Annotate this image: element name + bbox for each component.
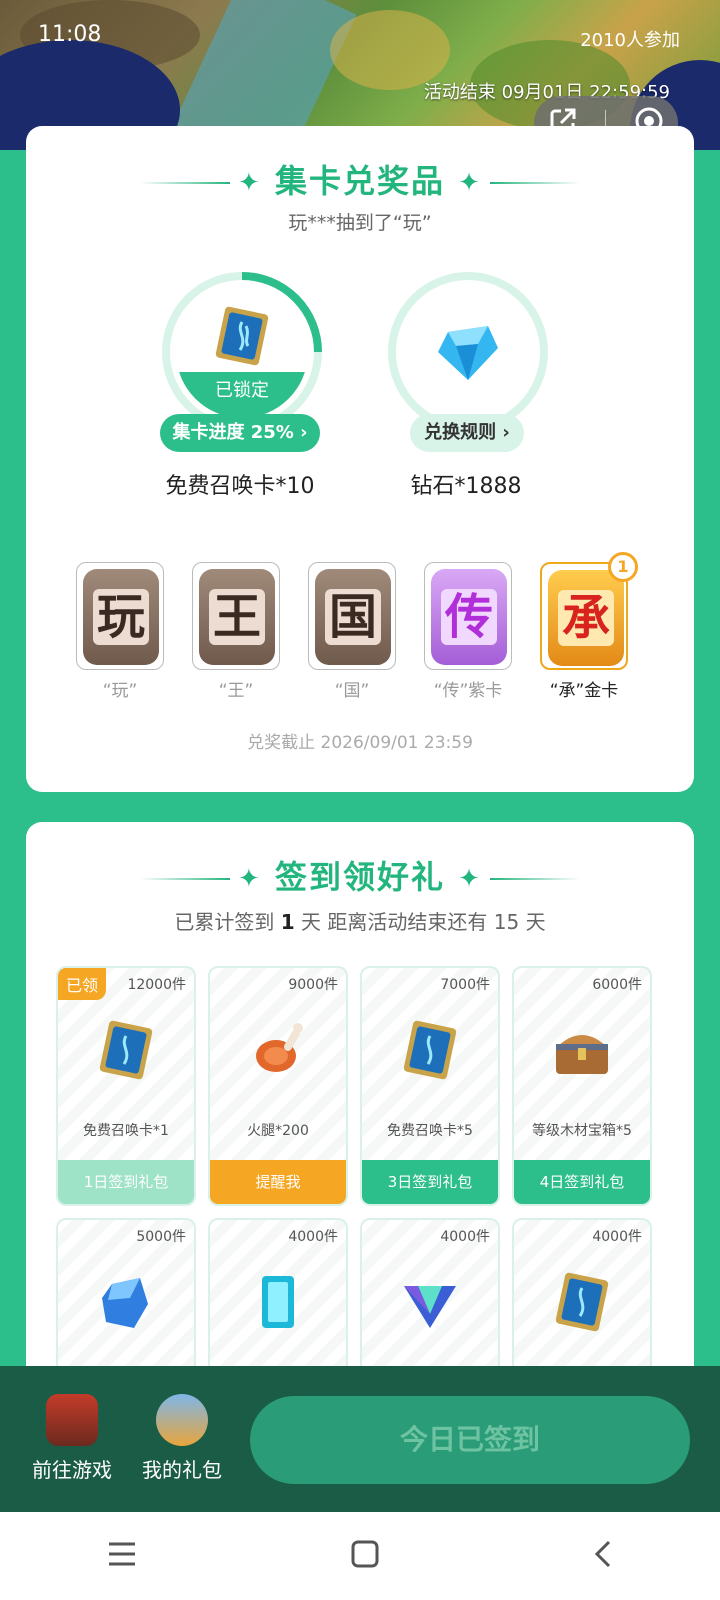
item-name: 等级木材宝箱*5 <box>532 1123 632 1139</box>
word-card-chuan[interactable]: 传 <box>424 562 512 670</box>
ham-icon <box>256 1023 303 1072</box>
summon-card-icon <box>403 1020 457 1080</box>
ice-block-icon <box>262 1276 294 1328</box>
summon-card-icon <box>215 306 269 366</box>
item-name: 免费召唤卡*1 <box>83 1123 169 1139</box>
word-card-cheng[interactable]: 承 1 <box>540 552 638 670</box>
signin-title: 签到领好礼 <box>274 858 445 896</box>
chevron-right-icon: › <box>502 422 510 443</box>
game-app-icon <box>46 1394 98 1446</box>
diamond-icon <box>438 326 498 380</box>
participants-count: 2010人参加 <box>580 30 680 51</box>
checked-in-today-button[interactable]: 今日已签到 <box>250 1396 690 1484</box>
day1-gift-button[interactable]: 1日签到礼包 <box>58 1160 194 1204</box>
item-quantity: 12000件 <box>127 977 186 993</box>
collect-progress-label: 集卡进度 25% <box>172 422 294 443</box>
signin-subtitle-suffix: 天 距离活动结束还有 15 天 <box>301 910 546 934</box>
item-name: 免费召唤卡*5 <box>387 1123 473 1139</box>
sparkle-icon: ✦ <box>458 864 482 894</box>
chevron-right-icon: › <box>300 422 308 443</box>
item-quantity: 7000件 <box>440 977 490 993</box>
signin-section: ✦ 签到领好礼 ✦ 已累计签到 1 天 距离活动结束还有 15 天 已领 120… <box>26 822 694 1458</box>
collect-card-section: ✦ 集卡兑奖品 ✦ 玩***抽到了“玩” 已锁定 集卡进度 25% › 免费召唤… <box>26 126 694 792</box>
prize-name-summon: 免费召唤卡*10 <box>165 474 315 499</box>
word-card-guo[interactable]: 国 <box>308 562 396 670</box>
word-card-label: “王” <box>218 681 254 701</box>
exchange-rules-label: 兑换规则 <box>424 422 497 443</box>
remind-me-button[interactable]: 提醒我 <box>210 1160 346 1204</box>
card-count-badge: 1 <box>608 552 638 582</box>
signin-subtitle: 已累计签到 1 天 距离活动结束还有 15 天 <box>26 906 694 935</box>
word-card-char: 承 <box>557 590 614 646</box>
gem-shield-icon <box>404 1286 456 1328</box>
prize-summon-card[interactable]: 已锁定 <box>162 272 322 432</box>
word-card-label: “承”金卡 <box>549 681 619 701</box>
signin-title-row: ✦ 签到领好礼 ✦ <box>26 852 694 898</box>
summon-card-icon <box>555 1272 609 1332</box>
sparkle-icon: ✦ <box>238 168 262 198</box>
goto-game-button[interactable]: 前往游戏 <box>22 1394 122 1483</box>
word-card-char: 王 <box>208 589 265 645</box>
item-quantity: 9000件 <box>288 977 338 993</box>
bottom-action-bar: 前往游戏 我的礼包 今日已签到 <box>0 1366 720 1512</box>
gift-avatar-icon <box>156 1394 208 1446</box>
claimed-tag: 已领 <box>58 968 107 1000</box>
prize-name-diamond: 钻石*1888 <box>410 474 522 499</box>
sparkle-icon: ✦ <box>458 168 482 198</box>
word-card-char: 玩 <box>92 589 149 645</box>
day3-gift-button[interactable]: 3日签到礼包 <box>362 1160 498 1204</box>
word-card-label: “传”紫卡 <box>433 681 503 701</box>
summon-card-icon <box>99 1020 153 1080</box>
word-card-wang[interactable]: 王 <box>192 562 280 670</box>
exchange-deadline: 兑奖截止 2026/09/01 23:59 <box>247 733 473 753</box>
signin-item-day4[interactable]: 6000件 等级木材宝箱*5 4日签到礼包 <box>512 966 652 1206</box>
collect-title: 集卡兑奖品 <box>274 162 445 200</box>
item-quantity: 4000件 <box>440 1229 490 1245</box>
item-name: 火腿*200 <box>247 1123 309 1139</box>
day4-gift-button[interactable]: 4日签到礼包 <box>514 1160 650 1204</box>
goto-game-label: 前往游戏 <box>32 1458 112 1482</box>
treasure-chest-icon <box>556 1035 608 1074</box>
item-quantity: 4000件 <box>288 1229 338 1245</box>
collect-subtitle: 玩***抽到了“玩” <box>288 212 432 234</box>
exchange-rules-button[interactable]: 兑换规则 › <box>410 414 524 452</box>
signin-subtitle-prefix: 已累计签到 <box>174 910 275 934</box>
status-time: 11:08 <box>38 22 102 47</box>
sparkle-icon: ✦ <box>238 864 262 894</box>
prize-diamond[interactable] <box>388 272 548 432</box>
item-quantity: 6000件 <box>592 977 642 993</box>
signin-item-day3[interactable]: 7000件 免费召唤卡*5 3日签到礼包 <box>360 966 500 1206</box>
locked-label: 已锁定 <box>176 372 308 418</box>
item-quantity: 5000件 <box>136 1229 186 1245</box>
word-card-char: 传 <box>440 589 497 645</box>
menu-icon[interactable] <box>105 1539 139 1573</box>
item-quantity: 4000件 <box>592 1229 642 1245</box>
blue-crystal-icon <box>102 1278 148 1328</box>
collect-title-row: ✦ 集卡兑奖品 ✦ <box>26 156 694 202</box>
my-gifts-label: 我的礼包 <box>142 1458 222 1482</box>
home-icon[interactable] <box>349 1538 381 1574</box>
collect-progress-button[interactable]: 集卡进度 25% › <box>160 414 320 452</box>
system-nav-bar <box>0 1512 720 1600</box>
back-icon[interactable] <box>591 1538 615 1574</box>
word-card-char: 国 <box>324 589 381 645</box>
word-card-wan[interactable]: 玩 <box>76 562 164 670</box>
word-card-label: “国” <box>334 681 370 701</box>
my-gifts-button[interactable]: 我的礼包 <box>132 1394 232 1483</box>
signin-item-day2[interactable]: 9000件 火腿*200 提醒我 <box>208 966 348 1206</box>
signin-days-count: 1 <box>280 910 295 934</box>
signin-item-day1[interactable]: 已领 12000件 免费召唤卡*1 1日签到礼包 <box>56 966 196 1206</box>
word-card-label: “玩” <box>102 681 138 701</box>
